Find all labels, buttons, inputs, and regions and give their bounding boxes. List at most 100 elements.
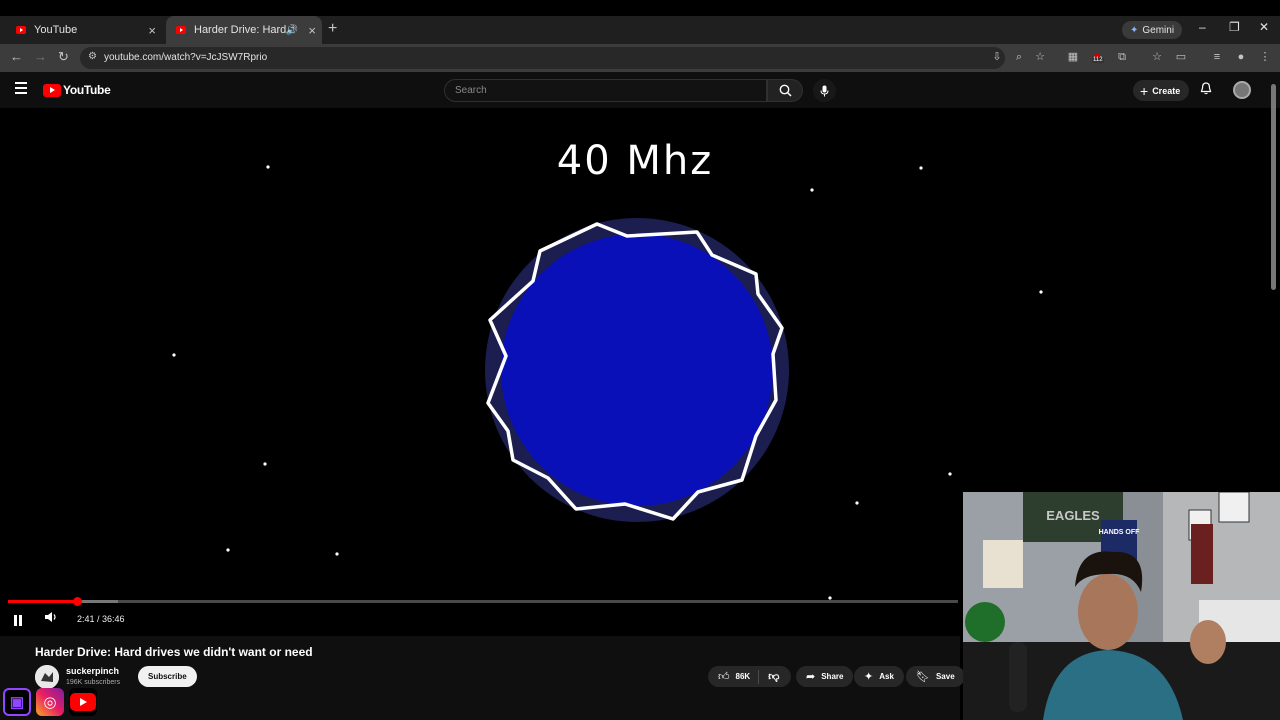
wall-poster — [983, 540, 1023, 588]
star-dot — [335, 552, 339, 556]
account-avatar[interactable] — [1233, 81, 1251, 99]
media-control-icon[interactable]: ≡ — [1211, 51, 1223, 63]
star-dot — [263, 462, 267, 466]
gemini-label: Gemini — [1142, 24, 1175, 36]
gemini-button[interactable]: ✦ Gemini — [1122, 21, 1183, 39]
thumbs-up-icon: 👍︎ — [718, 671, 730, 683]
new-tab-icon[interactable]: + — [328, 20, 337, 38]
star-dot — [919, 166, 923, 170]
video-metadata: Harder Drive: Hard drives we didn't want… — [0, 636, 965, 720]
sidepanel-icon[interactable]: ▭ — [1175, 51, 1187, 63]
browser-toolbar: ← → ↻ ⚙ youtube.com/watch?v=JcJSW7Rprio … — [0, 44, 1280, 72]
ask-label: Ask — [879, 672, 894, 681]
bookmarks-icon[interactable]: ☆ — [1151, 51, 1163, 63]
tab-harder-drive[interactable]: Harder Drive: Hard drives w 🔊 × — [166, 16, 322, 44]
player-controls: 2:41 / 36:46 — [0, 608, 960, 632]
tabstrip-background — [0, 0, 1280, 16]
microphone — [1009, 642, 1027, 712]
search-icon — [779, 84, 792, 97]
zoom-icon[interactable]: ⌕ — [1013, 51, 1025, 63]
notifications-bell-icon[interactable] — [1200, 82, 1212, 98]
save-label: Save — [935, 672, 955, 681]
star-dot — [855, 501, 859, 505]
speaker-icon[interactable]: 🔊 — [286, 25, 298, 36]
create-button[interactable]: + Create — [1133, 80, 1190, 101]
reload-icon[interactable]: ↻ — [58, 49, 69, 65]
wall-frame — [1191, 524, 1213, 584]
hands-off-text: HANDS OFF — [1099, 529, 1141, 536]
ask-button[interactable]: ✦ Ask — [854, 666, 904, 687]
star-dot — [172, 353, 176, 357]
microphone-icon — [820, 85, 829, 96]
social-overlay: ▣ ◎ — [3, 688, 102, 716]
close-tab-icon[interactable]: × — [308, 23, 316, 38]
plus-icon: + — [1140, 82, 1149, 99]
site-settings-icon[interactable]: ⚙ — [88, 51, 97, 62]
close-tab-icon[interactable]: × — [148, 23, 156, 38]
channel-avatar[interactable] — [35, 665, 59, 689]
profile-icon[interactable]: ● — [1235, 51, 1247, 63]
extension-gift-icon[interactable]: ▦ — [1067, 51, 1079, 63]
star-dot — [266, 165, 270, 169]
volume-icon[interactable] — [44, 611, 58, 626]
tab-youtube[interactable]: YouTube × — [6, 16, 162, 44]
instagram-icon: ◎ — [36, 688, 64, 716]
save-button[interactable]: 🔖︎ Save — [906, 666, 965, 687]
youtube-header: YouTube + Create — [0, 72, 1280, 108]
star-dot — [226, 548, 230, 552]
browser-tab-strip: YouTube × Harder Drive: Hard drives w 🔊 … — [0, 0, 1280, 44]
pause-icon[interactable] — [14, 613, 24, 626]
youtube-logo[interactable]: YouTube — [43, 83, 111, 97]
subscriber-count: 196K subscribers — [66, 679, 121, 686]
search-input[interactable] — [445, 80, 766, 101]
channel-name[interactable]: suckerpinch — [66, 666, 119, 676]
played-bar — [8, 600, 78, 603]
time-display: 2:41 / 36:46 — [77, 614, 125, 624]
tab-label: Harder Drive: Hard drives w — [194, 24, 294, 36]
search-box — [444, 79, 767, 102]
subscribe-button[interactable]: Subscribe — [138, 666, 197, 687]
like-count: 86K — [735, 672, 751, 681]
like-dislike-group: 👍︎ 86K 👎︎ — [708, 666, 791, 687]
twitch-icon: ▣ — [3, 688, 31, 716]
sparkle-icon: ✦ — [864, 671, 874, 683]
share-button[interactable]: ➦ Share — [796, 666, 854, 687]
back-icon[interactable]: ← — [10, 49, 23, 64]
person-face — [1078, 574, 1138, 650]
youtube-play-logo-icon — [43, 83, 61, 97]
bookmark-icon: 🔖︎ — [916, 671, 930, 683]
forward-icon[interactable]: → — [34, 49, 47, 64]
voice-search-button[interactable] — [813, 79, 836, 102]
eagles-sign-text: EAGLES — [1046, 508, 1100, 523]
extensions-puzzle-icon[interactable]: ⧉ — [1116, 51, 1128, 63]
close-window-icon[interactable]: ✕ — [1259, 20, 1269, 34]
sparkle-icon: ✦ — [1130, 24, 1139, 36]
minimize-icon[interactable]: – — [1199, 20, 1206, 34]
share-arrow-icon: ➦ — [806, 671, 816, 683]
person-hand — [1190, 620, 1226, 664]
star-dot — [810, 188, 814, 192]
plant — [965, 602, 1005, 642]
dislike-button[interactable]: 👎︎ — [759, 670, 779, 683]
hamburger-menu-icon[interactable] — [15, 82, 27, 97]
address-bar[interactable]: ⚙ youtube.com/watch?v=JcJSW7Rprio — [80, 47, 1005, 69]
star-dot — [948, 472, 952, 476]
star-dot — [1039, 290, 1043, 294]
youtube-favicon-icon — [176, 26, 186, 34]
video-title: Harder Drive: Hard drives we didn't want… — [35, 645, 313, 659]
video-progress-bar[interactable] — [8, 597, 958, 606]
youtube-social-icon — [69, 688, 97, 716]
like-button[interactable]: 👍︎ 86K — [708, 669, 760, 684]
wall-frame — [1218, 492, 1250, 523]
planet-core — [501, 234, 773, 506]
create-label: Create — [1152, 85, 1181, 96]
search-button[interactable] — [767, 79, 803, 102]
extension-badge: 112 — [1092, 57, 1104, 63]
install-app-icon[interactable]: ⇩ — [991, 51, 1003, 63]
restore-icon[interactable]: ❐ — [1229, 20, 1240, 34]
menu-kebab-icon[interactable]: ⋮ — [1259, 51, 1271, 63]
bookmark-star-icon[interactable]: ☆ — [1034, 51, 1046, 63]
page-scrollbar[interactable] — [1271, 84, 1276, 290]
url-text[interactable]: youtube.com/watch?v=JcJSW7Rprio — [104, 52, 267, 63]
youtube-logo-text: YouTube — [63, 83, 111, 97]
